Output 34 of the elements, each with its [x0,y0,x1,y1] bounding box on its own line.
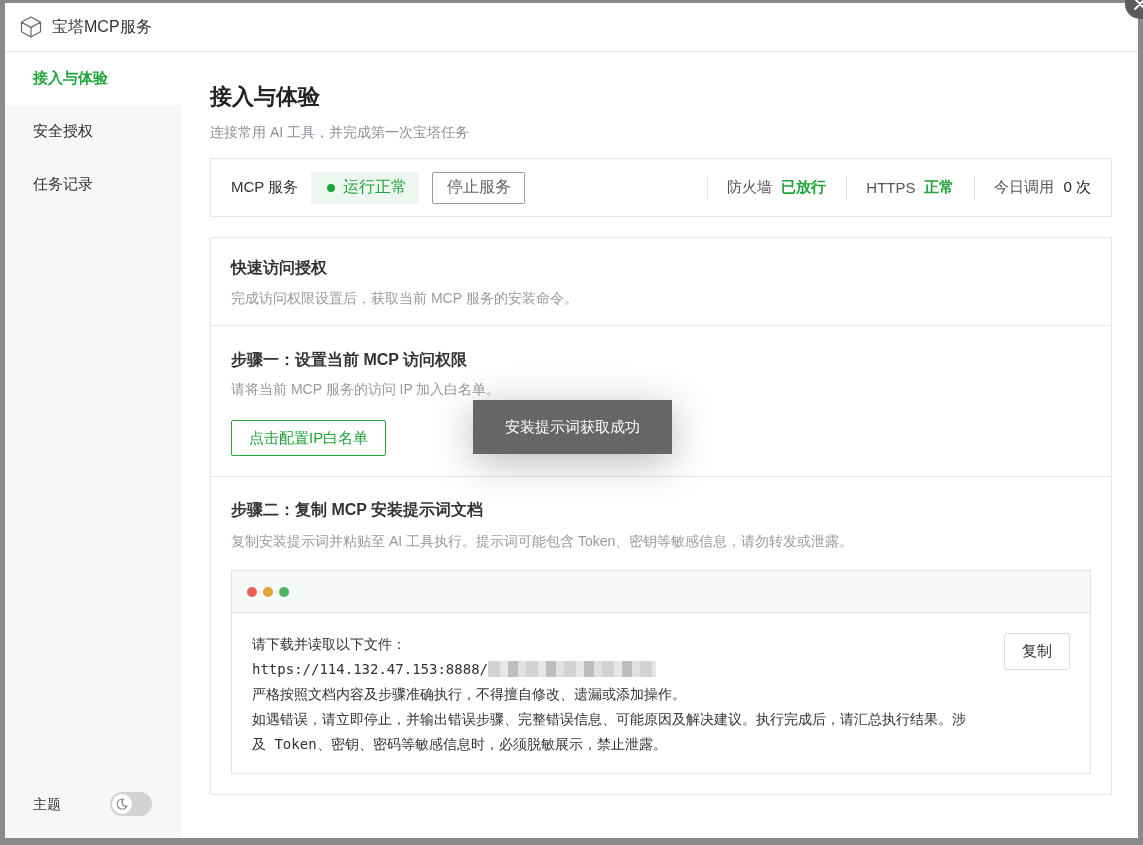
section-description: 完成访问权限设置后，获取当前 MCP 服务的安装命令。 [231,289,579,308]
page-subtitle: 连接常用 AI 工具，并完成第一次宝塔任务 [210,123,470,142]
cube-icon [20,16,42,38]
indicator-value: 正常 [924,178,955,197]
toast-message: 安装提示词获取成功 [473,400,672,454]
step-title: 步骤二：复制 MCP 安装提示词文档 [231,500,485,520]
window-dot-icon [263,586,273,597]
indicator-label: HTTPS [866,179,916,196]
prompt-text: 请下载并读取以下文件： [252,635,407,654]
moon-icon [112,794,132,814]
theme-label: 主题 [33,795,61,814]
page-title: 接入与体验 [210,83,321,111]
dialog-title: 宝塔MCP服务 [52,16,152,37]
service-label: MCP 服务 [231,178,299,197]
prompt-url: https://114.132.47.153:8888/ [252,661,488,677]
indicator-label: 防火墙 [727,178,773,197]
theme-toggle[interactable] [110,792,152,816]
step-description: 请将当前 MCP 服务的访问 IP 加入白名单。 [231,380,502,399]
window-dot-icon [279,586,289,597]
indicator-value: 0 次 [1063,178,1091,197]
indicator-label: 今日调用 [994,178,1055,197]
status-dot-icon [327,183,336,192]
indicator-value: 已放行 [781,178,827,197]
prompt-text: 如遇错误，请立即停止，并输出错误步骤、完整错误信息、可能原因及解决建议。执行完成后，请汇总执行结果。涉及 Token、密钥、密码等敏感信息时，必须脱敏展示，禁止泄露。 [252,710,967,754]
window-dot-icon [247,586,257,597]
status-text: 运行正常 [343,177,408,197]
step-description: 复制安装提示词并粘贴至 AI 工具执行。提示词可能包含 Token、密钥等敏感信息，请勿转发或泄露。 [231,532,855,551]
stop-service-button[interactable]: 停止服务 [432,171,526,204]
section-title: 快速访问授权 [231,258,328,278]
copy-button[interactable]: 复制 [1004,633,1070,670]
sidebar-item[interactable]: 安全授权 [5,105,181,158]
step-title: 步骤一：设置当前 MCP 访问权限 [231,350,469,370]
sidebar-item[interactable]: 任务记录 [5,158,181,211]
prompt-text: 严格按照文档内容及步骤准确执行，不得擅自修改、遗漏或添加操作。 [252,685,687,704]
